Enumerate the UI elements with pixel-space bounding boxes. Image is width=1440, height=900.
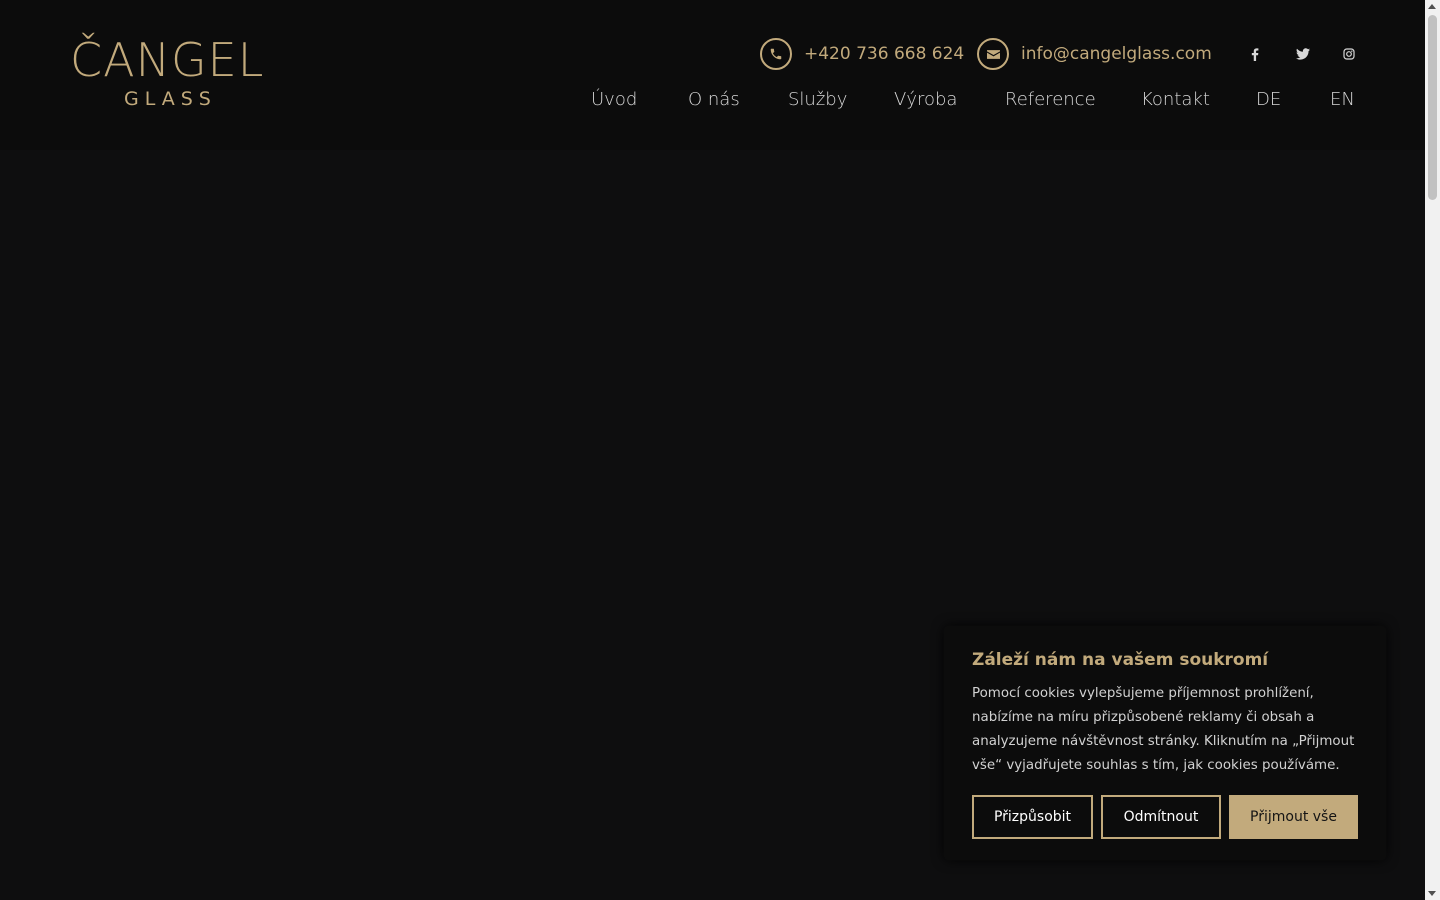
nav-item-uvod[interactable]: Úvod (591, 86, 637, 114)
customize-button[interactable]: Přizpůsobit (972, 795, 1093, 839)
reject-button[interactable]: Odmítnout (1101, 795, 1221, 839)
envelope-icon (977, 38, 1009, 70)
page: ČANGEL GLASS +420 736 668 624 info@cange… (0, 0, 1440, 900)
scrollbar-thumb[interactable] (1428, 15, 1437, 200)
email-address: info@cangelglass.com (1021, 44, 1212, 64)
vertical-scrollbar[interactable] (1425, 0, 1440, 900)
main-nav: Úvod O nás Služby Výroba Reference Konta… (0, 86, 1425, 116)
instagram-link[interactable] (1339, 44, 1359, 64)
instagram-icon (1343, 48, 1355, 60)
twitter-icon (1296, 48, 1310, 60)
nav-item-o-nas[interactable]: O nás (688, 86, 740, 114)
page-viewport: ČANGEL GLASS +420 736 668 624 info@cange… (0, 0, 1425, 900)
nav-item-kontakt[interactable]: Kontakt (1141, 86, 1210, 114)
facebook-link[interactable] (1245, 44, 1265, 64)
facebook-icon (1251, 47, 1259, 61)
language-en[interactable]: EN (1330, 86, 1355, 114)
twitter-link[interactable] (1293, 44, 1313, 64)
nav-item-vyroba[interactable]: Výroba (894, 86, 957, 114)
nav-item-sluzby[interactable]: Služby (788, 86, 847, 114)
language-de[interactable]: DE (1256, 86, 1281, 114)
accept-all-button[interactable]: Přijmout vše (1229, 795, 1358, 839)
phone-number: +420 736 668 624 (804, 44, 965, 64)
cookie-consent-banner: Záleží nám na vašem soukromí Pomocí cook… (944, 626, 1386, 860)
scroll-down-arrow-icon[interactable] (1428, 891, 1436, 896)
cookie-description: Pomocí cookies vylepšujeme příjemnost pr… (972, 686, 1355, 773)
cookie-title: Záleží nám na vašem soukromí (972, 650, 1269, 670)
email-link[interactable]: info@cangelglass.com (977, 38, 1212, 70)
site-header: ČANGEL GLASS +420 736 668 624 info@cange… (0, 0, 1425, 150)
scroll-up-arrow-icon[interactable] (1428, 4, 1436, 9)
phone-icon (760, 38, 792, 70)
logo-wordmark: ČANGEL (70, 33, 265, 87)
phone-link[interactable]: +420 736 668 624 (760, 38, 964, 70)
nav-item-reference[interactable]: Reference (1005, 86, 1096, 114)
